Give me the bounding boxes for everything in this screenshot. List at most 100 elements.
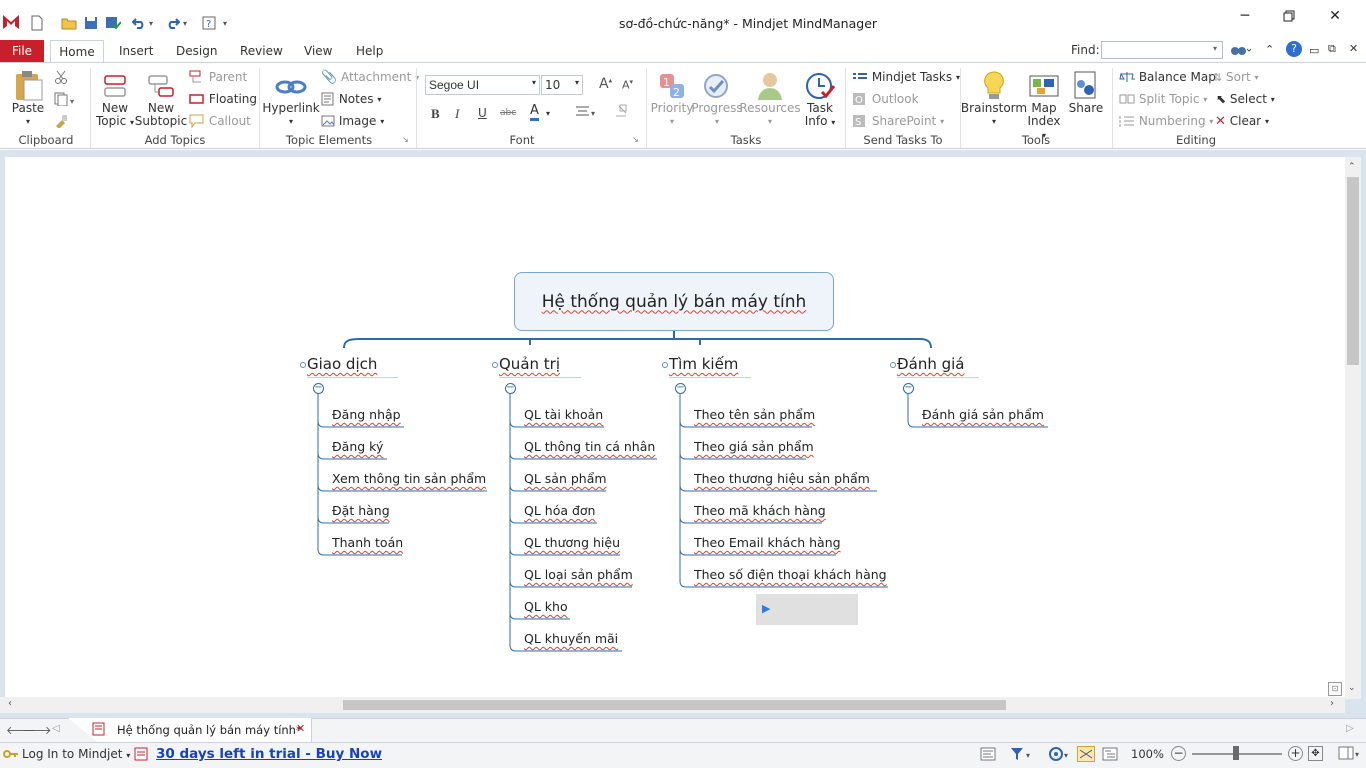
new-document-icon[interactable] <box>28 14 46 32</box>
floating-topic-placeholder[interactable]: ▶ <box>756 594 858 625</box>
subtopic[interactable]: Đánh giá sản phẩm <box>922 407 1044 422</box>
font-dialog-launcher-icon[interactable]: ↘ <box>632 135 639 144</box>
hyperlink-button[interactable]: Hyperlink ▾ <box>262 72 320 128</box>
scroll-right-icon[interactable]: › <box>1330 698 1334 709</box>
sharepoint-button[interactable]: S SharePoint ▾ <box>852 112 944 130</box>
scroll-tabs-left-icon[interactable]: ◁ <box>52 723 60 734</box>
brainstorm-button[interactable]: Brainstorm ▾ <box>961 70 1027 128</box>
progress-button[interactable]: Progress ▾ <box>691 72 743 128</box>
tab-help[interactable]: Help <box>346 40 393 62</box>
strikethrough-icon[interactable]: abc <box>500 108 516 118</box>
help-icon[interactable]: ? <box>1286 41 1302 57</box>
numbering-button[interactable]: Numbering ▾ <box>1119 112 1213 130</box>
subtopic[interactable]: Theo giá sản phẩm <box>694 439 814 454</box>
login-button[interactable]: Log In to Mindjet ▾ <box>22 747 130 761</box>
outlook-button[interactable]: O Outlook <box>852 90 919 108</box>
copy-icon[interactable]: ▾ <box>54 92 78 109</box>
find-dropdown-icon[interactable]: ▾ <box>1213 44 1217 53</box>
close-doc-tab-icon[interactable]: ✕ <box>296 722 305 735</box>
next-doc-arrow-icon[interactable]: 🡒 <box>22 723 52 737</box>
dialog-launcher-icon[interactable]: ↘ <box>402 135 409 144</box>
italic-icon[interactable]: I <box>455 106 459 122</box>
split-topic-button[interactable]: Split Topic ▾ <box>1119 90 1207 108</box>
parent-button[interactable]: Parent <box>189 68 247 86</box>
format-painter-icon[interactable] <box>54 114 68 131</box>
zoom-slider-thumb[interactable] <box>1233 746 1239 760</box>
map-view-icon[interactable] <box>1077 746 1095 762</box>
subtopic[interactable]: Đăng nhập <box>332 407 401 422</box>
subtopic[interactable]: Theo mã khách hàng <box>694 503 826 518</box>
subtopic[interactable]: Theo số điện thoại khách hàng <box>694 567 887 582</box>
clear-format-icon[interactable] <box>614 104 630 123</box>
main-topic[interactable]: Giao dịch <box>307 355 377 373</box>
tab-home[interactable]: Home <box>50 40 104 62</box>
scroll-left-icon[interactable]: ‹ <box>8 698 12 709</box>
help-doc-icon[interactable]: ? <box>200 14 218 32</box>
new-topic-button[interactable]: New Topic ▾ <box>95 72 135 129</box>
subtopic[interactable]: Xem thông tin sản phẩm <box>332 471 486 486</box>
tab-insert[interactable]: Insert <box>109 40 163 62</box>
zoom-in-icon[interactable]: + <box>1288 746 1303 761</box>
main-topic[interactable]: Đánh giá <box>897 355 964 373</box>
priority-button[interactable]: 12 Priority ▾ <box>651 72 693 128</box>
save-icon[interactable] <box>82 14 100 32</box>
find-input[interactable] <box>1101 41 1223 59</box>
zoom-out-icon[interactable]: − <box>1171 746 1186 761</box>
collapse-branch-icon[interactable]: − <box>675 383 686 394</box>
collapse-branch-icon[interactable]: − <box>903 383 914 394</box>
font-size-select[interactable]: 10 ▾ <box>541 75 583 95</box>
collapse-ribbon-icon[interactable]: ⌃ <box>1265 43 1274 56</box>
sort-button[interactable]: ⇅ Sort ▾ <box>1213 68 1259 86</box>
new-subtopic-button[interactable]: New Subtopic <box>135 72 187 128</box>
resources-button[interactable]: Resources ▾ <box>739 70 801 128</box>
redo-dropdown-icon[interactable]: ▾ <box>180 14 190 32</box>
restore-icon[interactable] <box>1266 4 1312 28</box>
subtopic[interactable]: Đặt hàng <box>332 503 390 518</box>
share-button[interactable]: Share <box>1068 70 1104 115</box>
balance-map-button[interactable]: Balance Map <box>1119 68 1216 86</box>
zoom-fit-corner-icon[interactable]: ⊡ <box>1328 682 1342 696</box>
vertical-scroll-thumb[interactable] <box>1347 177 1359 365</box>
cut-icon[interactable] <box>54 70 68 87</box>
undo-dropdown-icon[interactable]: ▾ <box>146 14 156 32</box>
doc-minimize-icon[interactable]: ▭ <box>1309 44 1319 57</box>
focus-topic-icon[interactable]: ▾ <box>1048 746 1072 765</box>
main-topic[interactable]: Tìm kiếm <box>669 355 738 373</box>
tab-review[interactable]: Review <box>230 40 293 62</box>
outline-view-icon[interactable] <box>980 747 996 764</box>
central-topic[interactable]: Hệ thống quản lý bán máy tính <box>514 272 834 331</box>
floating-button[interactable]: Floating <box>189 90 257 108</box>
scroll-down-icon[interactable]: ⌄ <box>1348 683 1356 693</box>
vertical-scrollbar[interactable]: ⌃ ⌄ <box>1345 157 1361 699</box>
tab-view[interactable]: View <box>294 40 342 62</box>
notes-button[interactable]: Notes ▾ <box>321 90 381 108</box>
attachment-button[interactable]: 📎 Attachment ▾ <box>321 68 419 86</box>
underline-icon[interactable]: U <box>478 106 487 120</box>
customize-toolbar-icon[interactable]: ▾ <box>220 14 230 32</box>
tab-design[interactable]: Design <box>166 40 227 62</box>
grow-font-icon[interactable]: A▴ <box>599 76 612 92</box>
subtopic[interactable]: QL thông tin cá nhân <box>524 439 655 454</box>
horizontal-scroll-thumb[interactable] <box>343 700 1006 710</box>
clear-button[interactable]: ✕ Clear ▾ <box>1215 112 1269 130</box>
subtopic[interactable]: Thanh toán <box>332 535 403 550</box>
minimize-icon[interactable]: ─ <box>1222 4 1268 28</box>
subtopic[interactable]: QL loại sản phẩm <box>524 567 633 582</box>
map-canvas[interactable] <box>5 157 1345 699</box>
collapse-branch-icon[interactable]: − <box>505 383 516 394</box>
trial-buy-link[interactable]: 30 days left in trial - Buy Now <box>156 746 382 762</box>
open-folder-icon[interactable] <box>60 14 78 32</box>
horizontal-scrollbar[interactable]: ‹ › <box>0 697 1345 713</box>
save-all-icon[interactable] <box>104 14 122 32</box>
filter-icon[interactable]: ▾ <box>1010 747 1034 764</box>
mindjet-logo-icon[interactable] <box>3 15 19 29</box>
paste-button[interactable]: Paste ▾ <box>10 70 46 128</box>
subtopic[interactable]: QL khuyến mãi <box>524 631 618 646</box>
scroll-up-icon[interactable]: ⌃ <box>1348 162 1356 172</box>
subtopic[interactable]: QL hóa đơn <box>524 503 595 518</box>
font-family-select[interactable]: Segoe UI ▾ <box>425 75 540 95</box>
subtopic[interactable]: Đăng ký <box>332 439 383 454</box>
subtopic[interactable]: Theo tên sản phẩm <box>694 407 815 422</box>
play-icon[interactable]: ▶ <box>762 602 770 615</box>
panel-toggle-icon[interactable]: ▾ <box>1338 746 1362 765</box>
